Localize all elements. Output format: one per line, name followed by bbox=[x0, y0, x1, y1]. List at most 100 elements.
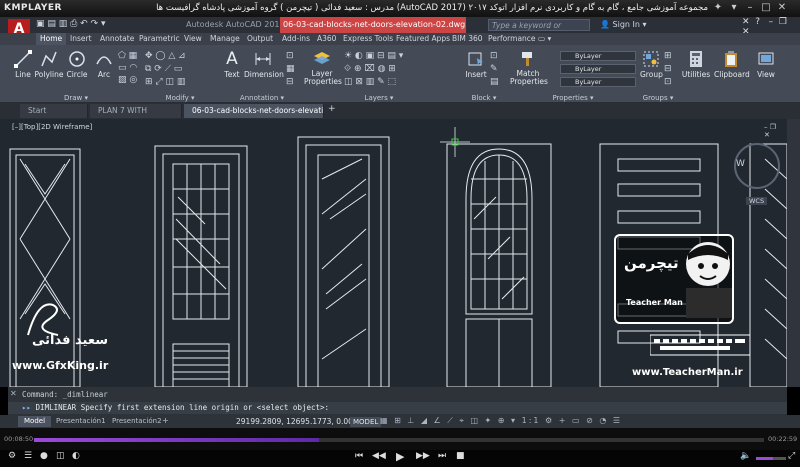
play-icon[interactable]: ▶ bbox=[396, 450, 404, 463]
tab-parametric[interactable]: Parametric bbox=[135, 33, 184, 45]
maximize-icon[interactable]: □ bbox=[760, 2, 772, 14]
window-title: Autodesk AutoCAD 2017 bbox=[186, 20, 285, 29]
tab-a360[interactable]: A360 bbox=[313, 33, 340, 45]
layer-tools[interactable]: ☀ ◐ ▣ ⊟ ▤ ▾ ⟐ ⊕ ⌧ ◍ ⊞ ◫ ⊠ ▥ ✎ ⬚ bbox=[344, 50, 454, 89]
watermark-name: سعید فدائی bbox=[32, 333, 108, 348]
next-icon[interactable]: ⏭ bbox=[438, 451, 446, 461]
keyboard-graphic bbox=[649, 331, 751, 359]
tab-model[interactable]: Model bbox=[18, 416, 52, 427]
line-icon bbox=[14, 50, 32, 68]
command-input[interactable]: ▸▸ DIMLINEAR Specify first extension lin… bbox=[8, 402, 787, 414]
wcs-menu[interactable]: WCS bbox=[746, 197, 768, 205]
annotation-panel-label[interactable]: Annotation ▾ bbox=[222, 94, 302, 103]
coordinate-readout[interactable]: 29199.2809, 12695.1773, 0.0000 bbox=[236, 417, 362, 426]
new-tab-icon[interactable]: + bbox=[328, 104, 336, 114]
quick-access-toolbar[interactable]: ▣ ▤ ▥ ⎙ ↶ ↷ ▾ bbox=[36, 19, 105, 29]
color-dropdown[interactable]: ByLayer bbox=[560, 51, 636, 61]
tab-presentacion1[interactable]: Presentación1 bbox=[50, 416, 112, 427]
view-button[interactable]: View bbox=[754, 50, 778, 79]
search-input[interactable]: Type a keyword or phrase bbox=[488, 19, 590, 41]
exchange-icon[interactable]: ✕ bbox=[742, 17, 750, 27]
lineweight-dropdown[interactable]: ByLayer bbox=[560, 77, 636, 87]
groups-panel-label[interactable]: Groups ▾ bbox=[638, 94, 678, 103]
watermark-site-left: www.GfxKing.ir bbox=[12, 359, 109, 372]
fullscreen-icon[interactable]: ⤢ bbox=[788, 451, 795, 461]
file-tab-start[interactable]: Start bbox=[20, 104, 88, 118]
linetype-dropdown[interactable]: ByLayer bbox=[560, 64, 636, 74]
player-logo[interactable]: KMPLAYER bbox=[4, 3, 62, 13]
tab-home[interactable]: Home bbox=[36, 33, 67, 45]
viewcube-west-label[interactable]: W bbox=[736, 159, 745, 169]
line-button[interactable]: Line bbox=[12, 50, 34, 79]
forward-icon[interactable]: ▶▶ bbox=[416, 451, 430, 461]
modify-panel-label[interactable]: Modify ▾ bbox=[145, 94, 215, 103]
win-minimize-icon[interactable]: – bbox=[769, 17, 774, 27]
rewind-icon[interactable]: ◀◀ bbox=[372, 451, 386, 461]
window-controls[interactable]: ✕ ? – ❐ ✕ bbox=[742, 17, 800, 37]
minimize-icon[interactable]: – bbox=[744, 2, 756, 14]
close-icon[interactable]: ✕ bbox=[776, 2, 788, 14]
file-tab-plan7[interactable]: PLAN 7 WITH LAYER* bbox=[90, 104, 182, 129]
stop-icon[interactable]: ■ bbox=[456, 451, 465, 461]
text-icon: A bbox=[226, 49, 238, 69]
navigation-bar[interactable] bbox=[787, 119, 800, 387]
insert-block-button[interactable]: Insert bbox=[464, 50, 488, 79]
block-more-icons[interactable]: ⊡ ✎ ▤ bbox=[490, 50, 504, 89]
add-layout-icon[interactable]: + bbox=[162, 416, 169, 425]
annotation-more-icons[interactable]: ⊡ ▦ ⊟ bbox=[286, 50, 300, 89]
pin-icon[interactable]: ✦ bbox=[712, 2, 724, 14]
drawing-canvas[interactable]: سعید فدائی www.GfxKing.ir تیچرمن Teacher… bbox=[0, 119, 787, 387]
tab-addins[interactable]: Add-ins bbox=[278, 33, 314, 45]
utilities-button[interactable]: Utilities bbox=[680, 50, 712, 79]
draw-panel-label[interactable]: Draw ▾ bbox=[12, 94, 140, 103]
sign-in-button[interactable]: 👤 Sign In ▾ bbox=[600, 19, 688, 31]
menu-icon[interactable]: ▾ bbox=[728, 2, 740, 14]
tab-view[interactable]: View bbox=[180, 33, 206, 45]
3d-icon[interactable]: ◫ bbox=[56, 451, 65, 461]
playlist-icon[interactable]: ☰ bbox=[24, 451, 32, 461]
dimension-button[interactable]: Dimension bbox=[244, 50, 284, 79]
polyline-button[interactable]: Polyline bbox=[34, 50, 64, 79]
group-button[interactable]: Group bbox=[640, 50, 663, 79]
record-icon[interactable]: ● bbox=[40, 451, 48, 461]
watermark-site-right: www.TeacherMan.ir bbox=[632, 367, 743, 378]
viewport-controls[interactable]: [–][Top][2D Wireframe] bbox=[12, 123, 92, 131]
layers-panel-label[interactable]: Layers ▾ bbox=[304, 94, 454, 103]
tab-manage[interactable]: Manage bbox=[206, 33, 244, 45]
vr-icon[interactable]: ◐ bbox=[72, 451, 80, 461]
command-close-icon[interactable]: ✕ bbox=[10, 389, 17, 398]
block-panel-label[interactable]: Block ▾ bbox=[462, 94, 506, 103]
teacherman-logo: تیچرمن Teacher Man bbox=[614, 234, 734, 324]
clipboard-button[interactable]: Clipboard bbox=[714, 50, 750, 79]
calculator-icon bbox=[690, 51, 702, 67]
help-icon[interactable]: ? bbox=[755, 17, 760, 27]
properties-panel-label[interactable]: Properties ▾ bbox=[510, 94, 636, 103]
status-toggle-icons[interactable]: ▦ ⊞ ⊥ ◢ ∠ ⟋ ⌖ ◫ ✦ ⊕ ▾ 1:1 ⚙ + ▭ ⊘ ◔ ☰ bbox=[380, 416, 622, 426]
text-button[interactable]: A Text bbox=[222, 50, 242, 79]
tab-express-tools[interactable]: Express Tools bbox=[339, 33, 397, 45]
volume-icon[interactable]: 🔈 bbox=[740, 451, 751, 461]
tab-output[interactable]: Output bbox=[243, 33, 277, 45]
layer-properties-button[interactable]: Layer Properties bbox=[304, 50, 342, 86]
tab-presentacion2[interactable]: Presentación2 bbox=[106, 416, 168, 427]
model-space-button[interactable]: MODEL bbox=[350, 417, 382, 427]
arc-button[interactable]: Arc bbox=[94, 50, 114, 79]
tab-insert[interactable]: Insert bbox=[66, 33, 96, 45]
viewport-window-controls[interactable]: – ❐ ✕ bbox=[764, 123, 784, 139]
file-title: 06-03-cad-blocks-net-doors-elevation-02.… bbox=[280, 17, 466, 33]
match-properties-button[interactable]: Match Properties bbox=[510, 50, 548, 86]
modify-tools[interactable]: ✥ ◯ △ ⊿ ⧉ ⟳ ⟋ ▭ ⊞ ⤢ ◫ ▥ bbox=[145, 50, 215, 89]
draw-more-icons[interactable]: ⬠ ▦ ▭ ◠ ▨ ◎ bbox=[118, 50, 140, 86]
tab-featured-apps[interactable]: Featured Apps bbox=[392, 33, 454, 45]
tab-bim360[interactable]: BIM 360 bbox=[448, 33, 487, 45]
file-tab-doors[interactable]: 06-03-cad-blocks-net-doors-elevation-02* bbox=[184, 104, 324, 118]
ribbon-toggle-icon[interactable]: ▭ ▾ bbox=[534, 33, 555, 45]
win-restore-icon[interactable]: ❐ bbox=[779, 17, 787, 27]
tab-annotate[interactable]: Annotate bbox=[96, 33, 138, 45]
groups-more-icons[interactable]: ⊞ ⊟ ⊡ bbox=[664, 50, 676, 89]
prev-icon[interactable]: ⏮ bbox=[355, 451, 363, 461]
clipboard-icon bbox=[725, 51, 737, 67]
tab-performance[interactable]: Performance bbox=[484, 33, 540, 45]
settings-icon[interactable]: ⚙ bbox=[8, 451, 16, 461]
circle-button[interactable]: Circle bbox=[66, 50, 88, 79]
